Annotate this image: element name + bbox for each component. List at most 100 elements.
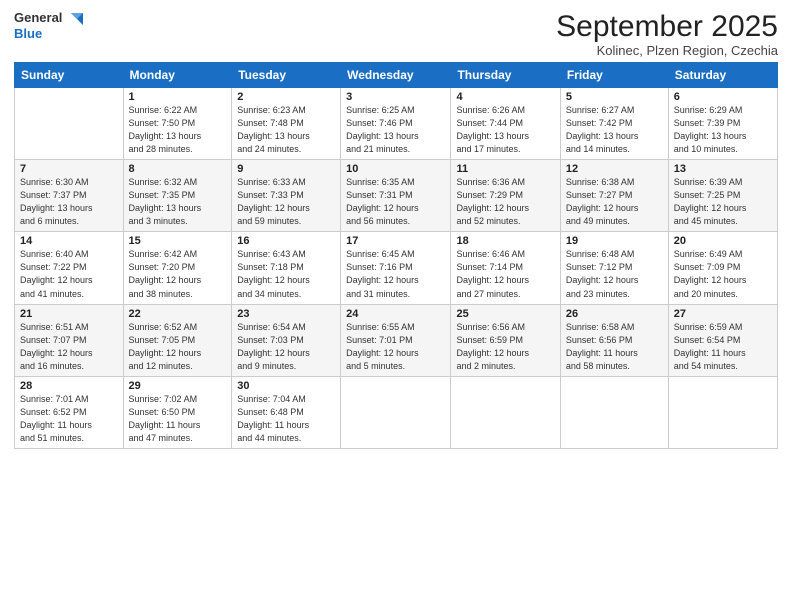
weekday-header-thursday: Thursday bbox=[451, 63, 560, 88]
day-number: 19 bbox=[566, 235, 663, 247]
day-info: Sunrise: 6:54 AMSunset: 7:03 PMDaylight:… bbox=[237, 321, 335, 373]
day-info: Sunrise: 7:04 AMSunset: 6:48 PMDaylight:… bbox=[237, 393, 335, 445]
calendar-cell: 13Sunrise: 6:39 AMSunset: 7:25 PMDayligh… bbox=[668, 160, 777, 232]
day-number: 5 bbox=[566, 91, 663, 103]
day-number: 17 bbox=[346, 235, 445, 247]
day-number: 2 bbox=[237, 91, 335, 103]
calendar-cell: 23Sunrise: 6:54 AMSunset: 7:03 PMDayligh… bbox=[232, 304, 341, 376]
calendar-cell bbox=[560, 376, 668, 448]
day-info: Sunrise: 6:42 AMSunset: 7:20 PMDaylight:… bbox=[129, 248, 227, 300]
day-info: Sunrise: 6:33 AMSunset: 7:33 PMDaylight:… bbox=[237, 176, 335, 228]
day-number: 7 bbox=[20, 163, 118, 175]
day-info: Sunrise: 6:25 AMSunset: 7:46 PMDaylight:… bbox=[346, 104, 445, 156]
day-info: Sunrise: 6:51 AMSunset: 7:07 PMDaylight:… bbox=[20, 321, 118, 373]
day-info: Sunrise: 6:26 AMSunset: 7:44 PMDaylight:… bbox=[456, 104, 554, 156]
weekday-header-monday: Monday bbox=[123, 63, 232, 88]
day-number: 10 bbox=[346, 163, 445, 175]
day-number: 26 bbox=[566, 308, 663, 320]
day-number: 18 bbox=[456, 235, 554, 247]
calendar-cell: 18Sunrise: 6:46 AMSunset: 7:14 PMDayligh… bbox=[451, 232, 560, 304]
calendar-cell: 25Sunrise: 6:56 AMSunset: 6:59 PMDayligh… bbox=[451, 304, 560, 376]
day-info: Sunrise: 6:56 AMSunset: 6:59 PMDaylight:… bbox=[456, 321, 554, 373]
day-info: Sunrise: 6:30 AMSunset: 7:37 PMDaylight:… bbox=[20, 176, 118, 228]
calendar-cell: 24Sunrise: 6:55 AMSunset: 7:01 PMDayligh… bbox=[341, 304, 451, 376]
weekday-header-sunday: Sunday bbox=[15, 63, 124, 88]
day-info: Sunrise: 6:32 AMSunset: 7:35 PMDaylight:… bbox=[129, 176, 227, 228]
calendar-cell: 17Sunrise: 6:45 AMSunset: 7:16 PMDayligh… bbox=[341, 232, 451, 304]
calendar-cell: 9Sunrise: 6:33 AMSunset: 7:33 PMDaylight… bbox=[232, 160, 341, 232]
calendar-cell: 29Sunrise: 7:02 AMSunset: 6:50 PMDayligh… bbox=[123, 376, 232, 448]
location-subtitle: Kolinec, Plzen Region, Czechia bbox=[556, 43, 778, 58]
calendar-cell: 6Sunrise: 6:29 AMSunset: 7:39 PMDaylight… bbox=[668, 88, 777, 160]
calendar-cell bbox=[451, 376, 560, 448]
day-info: Sunrise: 6:45 AMSunset: 7:16 PMDaylight:… bbox=[346, 248, 445, 300]
weekday-header-saturday: Saturday bbox=[668, 63, 777, 88]
day-number: 3 bbox=[346, 91, 445, 103]
calendar-cell bbox=[15, 88, 124, 160]
day-info: Sunrise: 6:29 AMSunset: 7:39 PMDaylight:… bbox=[674, 104, 772, 156]
weekday-header-friday: Friday bbox=[560, 63, 668, 88]
calendar-cell: 14Sunrise: 6:40 AMSunset: 7:22 PMDayligh… bbox=[15, 232, 124, 304]
day-number: 30 bbox=[237, 380, 335, 392]
day-number: 9 bbox=[237, 163, 335, 175]
calendar-cell: 15Sunrise: 6:42 AMSunset: 7:20 PMDayligh… bbox=[123, 232, 232, 304]
calendar-cell bbox=[341, 376, 451, 448]
day-info: Sunrise: 6:59 AMSunset: 6:54 PMDaylight:… bbox=[674, 321, 772, 373]
day-number: 25 bbox=[456, 308, 554, 320]
calendar-cell: 1Sunrise: 6:22 AMSunset: 7:50 PMDaylight… bbox=[123, 88, 232, 160]
logo: General Blue bbox=[14, 10, 83, 41]
day-number: 24 bbox=[346, 308, 445, 320]
calendar-cell: 28Sunrise: 7:01 AMSunset: 6:52 PMDayligh… bbox=[15, 376, 124, 448]
day-number: 27 bbox=[674, 308, 772, 320]
day-number: 12 bbox=[566, 163, 663, 175]
day-number: 16 bbox=[237, 235, 335, 247]
day-info: Sunrise: 6:39 AMSunset: 7:25 PMDaylight:… bbox=[674, 176, 772, 228]
day-number: 15 bbox=[129, 235, 227, 247]
calendar-cell: 4Sunrise: 6:26 AMSunset: 7:44 PMDaylight… bbox=[451, 88, 560, 160]
day-number: 11 bbox=[456, 163, 554, 175]
day-info: Sunrise: 6:43 AMSunset: 7:18 PMDaylight:… bbox=[237, 248, 335, 300]
day-number: 6 bbox=[674, 91, 772, 103]
day-number: 8 bbox=[129, 163, 227, 175]
calendar-cell bbox=[668, 376, 777, 448]
calendar-cell: 3Sunrise: 6:25 AMSunset: 7:46 PMDaylight… bbox=[341, 88, 451, 160]
day-info: Sunrise: 6:35 AMSunset: 7:31 PMDaylight:… bbox=[346, 176, 445, 228]
day-info: Sunrise: 6:40 AMSunset: 7:22 PMDaylight:… bbox=[20, 248, 118, 300]
day-number: 21 bbox=[20, 308, 118, 320]
day-info: Sunrise: 6:48 AMSunset: 7:12 PMDaylight:… bbox=[566, 248, 663, 300]
day-number: 20 bbox=[674, 235, 772, 247]
day-info: Sunrise: 6:52 AMSunset: 7:05 PMDaylight:… bbox=[129, 321, 227, 373]
day-info: Sunrise: 6:36 AMSunset: 7:29 PMDaylight:… bbox=[456, 176, 554, 228]
day-number: 1 bbox=[129, 91, 227, 103]
calendar-cell: 5Sunrise: 6:27 AMSunset: 7:42 PMDaylight… bbox=[560, 88, 668, 160]
day-info: Sunrise: 6:38 AMSunset: 7:27 PMDaylight:… bbox=[566, 176, 663, 228]
calendar-cell: 21Sunrise: 6:51 AMSunset: 7:07 PMDayligh… bbox=[15, 304, 124, 376]
day-info: Sunrise: 6:27 AMSunset: 7:42 PMDaylight:… bbox=[566, 104, 663, 156]
calendar-cell: 22Sunrise: 6:52 AMSunset: 7:05 PMDayligh… bbox=[123, 304, 232, 376]
calendar-cell: 11Sunrise: 6:36 AMSunset: 7:29 PMDayligh… bbox=[451, 160, 560, 232]
day-number: 4 bbox=[456, 91, 554, 103]
day-info: Sunrise: 6:23 AMSunset: 7:48 PMDaylight:… bbox=[237, 104, 335, 156]
calendar-cell: 2Sunrise: 6:23 AMSunset: 7:48 PMDaylight… bbox=[232, 88, 341, 160]
day-number: 28 bbox=[20, 380, 118, 392]
day-number: 13 bbox=[674, 163, 772, 175]
day-info: Sunrise: 6:58 AMSunset: 6:56 PMDaylight:… bbox=[566, 321, 663, 373]
calendar-cell: 8Sunrise: 6:32 AMSunset: 7:35 PMDaylight… bbox=[123, 160, 232, 232]
calendar-table: SundayMondayTuesdayWednesdayThursdayFrid… bbox=[14, 62, 778, 449]
calendar-cell: 16Sunrise: 6:43 AMSunset: 7:18 PMDayligh… bbox=[232, 232, 341, 304]
weekday-header-wednesday: Wednesday bbox=[341, 63, 451, 88]
day-info: Sunrise: 6:55 AMSunset: 7:01 PMDaylight:… bbox=[346, 321, 445, 373]
calendar-cell: 26Sunrise: 6:58 AMSunset: 6:56 PMDayligh… bbox=[560, 304, 668, 376]
day-number: 29 bbox=[129, 380, 227, 392]
title-block: September 2025 Kolinec, Plzen Region, Cz… bbox=[556, 10, 778, 58]
calendar-cell: 20Sunrise: 6:49 AMSunset: 7:09 PMDayligh… bbox=[668, 232, 777, 304]
calendar-cell: 10Sunrise: 6:35 AMSunset: 7:31 PMDayligh… bbox=[341, 160, 451, 232]
calendar-cell: 19Sunrise: 6:48 AMSunset: 7:12 PMDayligh… bbox=[560, 232, 668, 304]
calendar-cell: 12Sunrise: 6:38 AMSunset: 7:27 PMDayligh… bbox=[560, 160, 668, 232]
weekday-header-tuesday: Tuesday bbox=[232, 63, 341, 88]
day-info: Sunrise: 7:01 AMSunset: 6:52 PMDaylight:… bbox=[20, 393, 118, 445]
month-title: September 2025 bbox=[556, 10, 778, 43]
calendar-cell: 30Sunrise: 7:04 AMSunset: 6:48 PMDayligh… bbox=[232, 376, 341, 448]
day-info: Sunrise: 6:46 AMSunset: 7:14 PMDaylight:… bbox=[456, 248, 554, 300]
day-info: Sunrise: 6:22 AMSunset: 7:50 PMDaylight:… bbox=[129, 104, 227, 156]
